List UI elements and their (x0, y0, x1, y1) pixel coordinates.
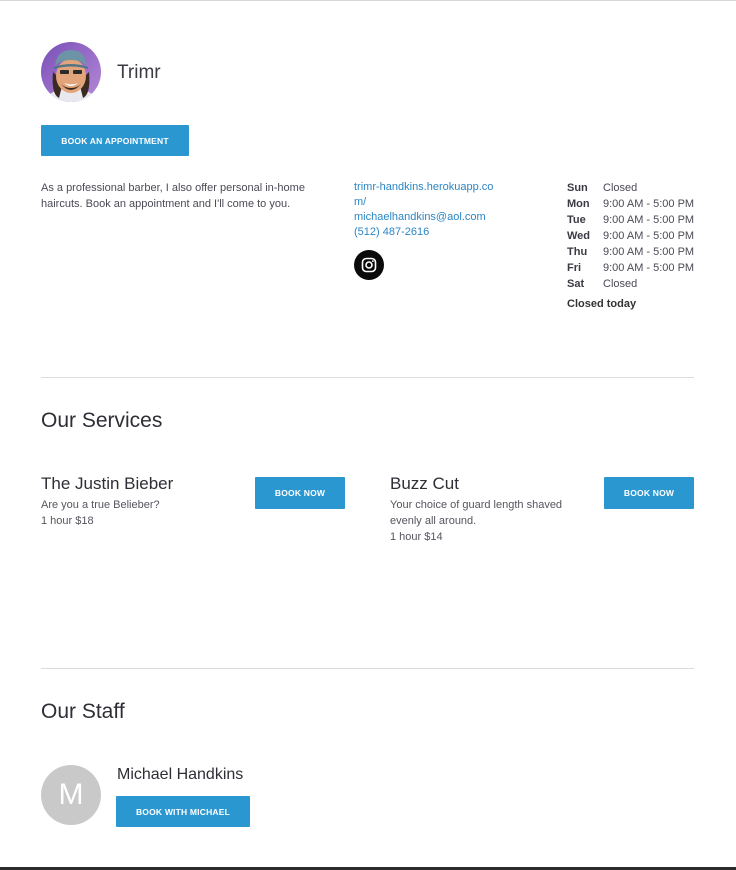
book-with-staff-button[interactable]: BOOK WITH MICHAEL (116, 796, 250, 827)
about-text: As a professional barber, I also offer p… (41, 182, 305, 210)
hours-row: Tue 9:00 AM - 5:00 PM (567, 214, 695, 226)
services-title: Our Services (41, 409, 163, 432)
book-now-button[interactable]: BOOK NOW (604, 477, 694, 509)
contact-info: trimr-handkins.herokuapp.com/ michaelhan… (354, 180, 504, 240)
email-link[interactable]: michaelhandkins@aol.com (354, 210, 504, 225)
book-now-button[interactable]: BOOK NOW (255, 477, 345, 509)
service-description: Are you a true Belieber? 1 hour $18 (41, 497, 221, 529)
service-name: Buzz Cut (390, 474, 459, 493)
business-avatar (41, 42, 101, 102)
service-description: Your choice of guard length shaved evenl… (390, 497, 570, 545)
hours-row: Thu 9:00 AM - 5:00 PM (567, 246, 695, 258)
hours-row: Sat Closed (567, 278, 638, 290)
section-divider (41, 377, 694, 378)
hours-row: Wed 9:00 AM - 5:00 PM (567, 230, 695, 242)
open-status: Closed today (567, 298, 637, 310)
section-divider (41, 668, 694, 669)
service-meta: 1 hour $14 (390, 531, 443, 543)
hours-row: Fri 9:00 AM - 5:00 PM (567, 262, 695, 274)
hours-row: Mon 9:00 AM - 5:00 PM (567, 198, 695, 210)
service-name: The Justin Bieber (41, 474, 174, 493)
website-link[interactable]: trimr-handkins.herokuapp.com/ (354, 180, 504, 210)
phone-link[interactable]: (512) 487-2616 (354, 225, 504, 240)
staff-avatar: M (41, 765, 101, 825)
hours-row: Sun Closed (567, 182, 638, 194)
service-meta: 1 hour $18 (41, 515, 94, 527)
business-name: Trimr (117, 62, 161, 83)
business-hours: Sun Closed Mon 9:00 AM - 5:00 PM Tue 9:00 A… (567, 180, 694, 292)
book-appointment-button[interactable]: BOOK AN APPOINTMENT (41, 125, 189, 156)
instagram-icon[interactable] (354, 250, 384, 280)
top-divider (0, 0, 736, 1)
staff-name: Michael Handkins (117, 766, 244, 783)
staff-title: Our Staff (41, 700, 125, 723)
